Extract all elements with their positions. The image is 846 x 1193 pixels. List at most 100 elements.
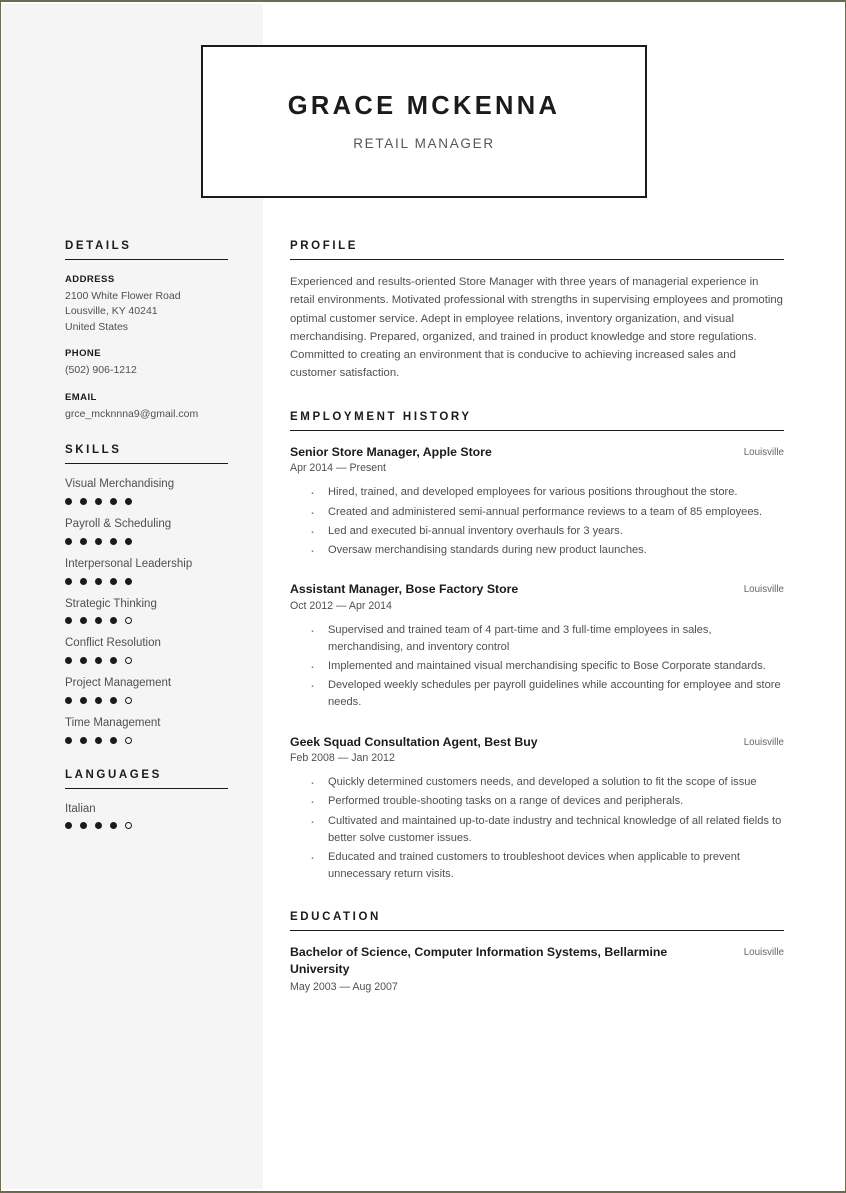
rating-dot-filled-icon — [65, 696, 72, 704]
rating-dot-filled-icon — [65, 822, 72, 830]
rating-dot-filled-icon — [125, 497, 132, 505]
job-bullet: Quickly determined customers needs, and … — [308, 773, 784, 793]
skill-rating — [65, 497, 235, 505]
skill-rating — [65, 617, 235, 625]
skill-label: Project Management — [65, 677, 172, 690]
employment-section: EMPLOYMENT HISTORY Senior Store Manager,… — [290, 411, 784, 884]
skill-item: Strategic Thinking — [65, 598, 235, 625]
email-block: EMAIL grce_mcknnna9@gmail.com — [65, 392, 235, 422]
job-bullet: Developed weekly schedules per payroll g… — [308, 676, 784, 711]
rating-dot-filled-icon — [110, 497, 117, 505]
skill-item: Interpersonal Leadership — [65, 558, 235, 585]
resume-header: GRACE MCKENNA RETAIL MANAGER — [201, 45, 647, 198]
rating-dot-filled-icon — [80, 577, 87, 585]
languages-section: LANGUAGES Italian — [65, 769, 235, 830]
job-bullet: Performed trouble-shooting tasks on a ra… — [308, 792, 784, 812]
language-label: Italian — [65, 802, 96, 815]
address-label: ADDRESS — [65, 274, 115, 285]
candidate-job-title: RETAIL MANAGER — [353, 136, 495, 152]
skill-item: Project Management — [65, 677, 235, 704]
job-role: Senior Store Manager, Apple Store — [290, 444, 492, 459]
job-dates: Apr 2014 — Present — [290, 462, 386, 475]
details-section-title: DETAILS — [65, 240, 132, 252]
education-list: Bachelor of Science, Computer Informatio… — [290, 944, 784, 992]
skill-rating — [65, 577, 235, 585]
rating-dot-filled-icon — [80, 537, 87, 545]
rating-dot-filled-icon — [80, 696, 87, 704]
email-label: EMAIL — [65, 391, 97, 403]
rating-dot-filled-icon — [80, 497, 87, 505]
skill-label: Interpersonal Leadership — [65, 557, 193, 570]
education-entry: Bachelor of Science, Computer Informatio… — [290, 944, 784, 992]
main-column: PROFILE Experienced and results-oriented… — [290, 240, 784, 1021]
skills-section-title: SKILLS — [65, 444, 122, 457]
languages-list: Italian — [65, 803, 235, 830]
skill-label: Time Management — [65, 716, 161, 729]
address-block: ADDRESS 2100 White Flower Road Lousville… — [65, 274, 235, 335]
email-value: grce_mcknnna9@gmail.com — [65, 407, 199, 420]
education-section: EDUCATION Bachelor of Science, Computer … — [290, 911, 784, 993]
job-role: Assistant Manager, Bose Factory Store — [290, 582, 519, 597]
job-bullet: Led and executed bi-annual inventory ove… — [308, 522, 784, 542]
skill-item: Payroll & Scheduling — [65, 518, 235, 545]
phone-label: PHONE — [65, 348, 102, 360]
rating-dot-empty-icon — [125, 657, 132, 665]
job-bullet: Created and administered semi-annual per… — [308, 503, 784, 523]
candidate-name: GRACE MCKENNA — [287, 91, 561, 120]
rating-dot-filled-icon — [65, 657, 72, 665]
languages-section-title: LANGUAGES — [65, 768, 162, 781]
rating-dot-filled-icon — [110, 617, 117, 625]
job-header: Assistant Manager, Bose Factory Store Lou… — [290, 581, 784, 598]
rating-dot-filled-icon — [110, 577, 117, 585]
education-degree: Bachelor of Science, Computer Informatio… — [290, 945, 668, 976]
education-location: Louisville — [743, 947, 784, 959]
rating-dot-filled-icon — [110, 537, 117, 545]
profile-section-title: PROFILE — [290, 240, 359, 252]
profile-section: PROFILE Experienced and results-oriented… — [290, 240, 784, 383]
skill-rating — [65, 657, 235, 665]
skill-item: Conflict Resolution — [65, 637, 235, 665]
skills-divider — [65, 463, 228, 465]
skill-item: Time Management — [65, 717, 235, 744]
rating-dot-filled-icon — [95, 822, 102, 830]
job-entry: Geek Squad Consultation Agent, Best Buy L… — [290, 734, 784, 884]
rating-dot-filled-icon — [125, 577, 132, 585]
rating-dot-empty-icon — [125, 736, 132, 744]
resume-page: GRACE MCKENNA RETAIL MANAGER DETAILS ADD… — [0, 0, 846, 1193]
details-section: DETAILS ADDRESS 2100 White Flower Road L… — [65, 240, 235, 422]
job-header: Geek Squad Consultation Agent, Best Buy L… — [290, 734, 784, 751]
rating-dot-filled-icon — [80, 736, 87, 744]
details-divider — [65, 259, 228, 260]
rating-dot-empty-icon — [125, 696, 132, 704]
job-bullet: Oversaw merchandising standards during n… — [308, 541, 784, 561]
job-header: Senior Store Manager, Apple Store Louisvi… — [290, 444, 784, 461]
education-header: Bachelor of Science, Computer Informatio… — [290, 944, 784, 977]
skill-rating — [65, 537, 235, 545]
rating-dot-filled-icon — [110, 657, 117, 665]
rating-dot-filled-icon — [65, 497, 72, 505]
rating-dot-filled-icon — [95, 736, 102, 744]
rating-dot-filled-icon — [80, 657, 87, 665]
employment-section-title: EMPLOYMENT HISTORY — [290, 410, 472, 423]
rating-dot-empty-icon — [125, 617, 132, 625]
rating-dot-filled-icon — [80, 617, 87, 625]
education-section-title: EDUCATION — [290, 911, 381, 924]
job-bullet: Cultivated and maintained up-to-date ind… — [308, 812, 784, 847]
education-dates: May 2003 — Aug 2007 — [290, 980, 398, 993]
job-bullet: Hired, trained, and developed employees … — [308, 483, 784, 503]
job-dates: Oct 2012 — Apr 2014 — [290, 599, 392, 612]
job-dates: Feb 2008 — Jan 2012 — [290, 752, 395, 765]
employment-divider — [290, 429, 784, 431]
skill-label: Conflict Resolution — [65, 637, 161, 650]
rating-dot-filled-icon — [95, 696, 102, 704]
address-line-1: 2100 White Flower Road — [65, 290, 181, 302]
rating-dot-filled-icon — [95, 617, 102, 625]
job-bullet: Educated and trained customers to troubl… — [308, 848, 784, 883]
rating-dot-filled-icon — [95, 537, 102, 545]
language-item: Italian — [65, 803, 235, 830]
skill-label: Strategic Thinking — [65, 597, 157, 610]
languages-divider — [65, 787, 228, 789]
job-bullet-list: Quickly determined customers needs, and … — [290, 773, 784, 883]
rating-dot-filled-icon — [95, 657, 102, 665]
job-role: Geek Squad Consultation Agent, Best Buy — [290, 734, 538, 749]
